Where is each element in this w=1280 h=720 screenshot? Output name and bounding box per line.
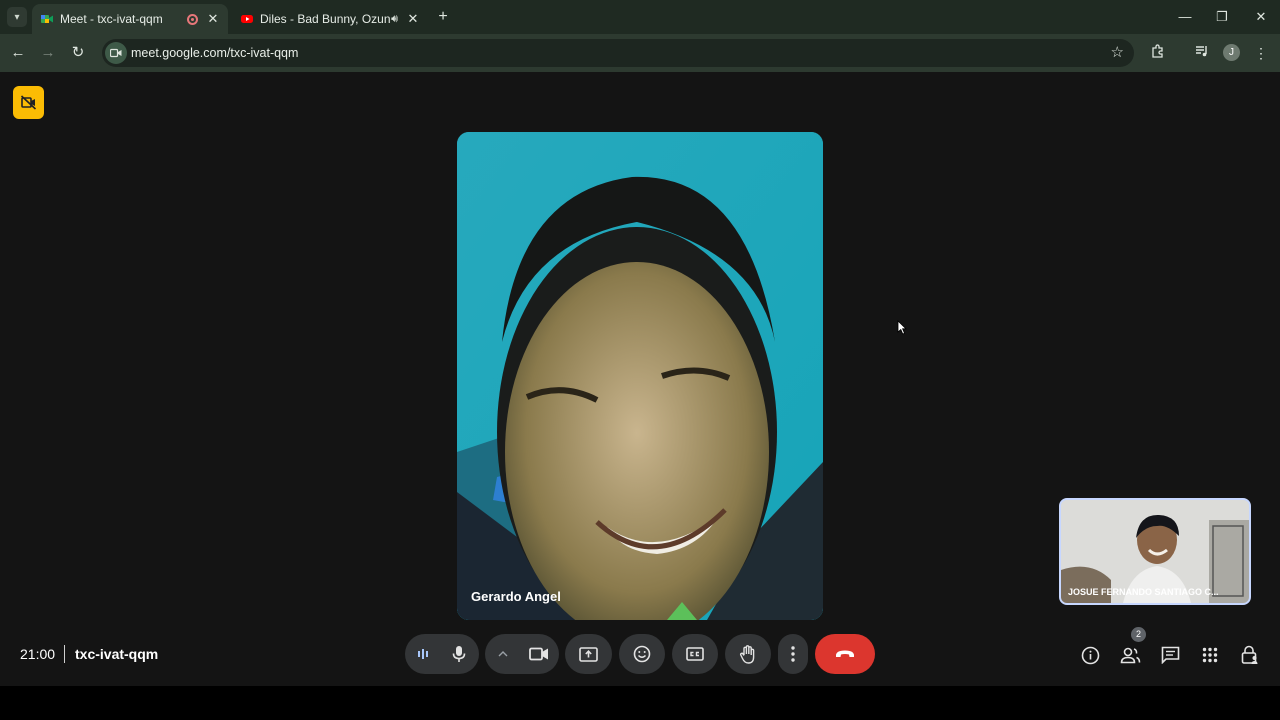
host-controls-button[interactable] [1239,644,1261,666]
camera-options-chevron-icon[interactable] [486,634,520,674]
close-window-button[interactable]: ✕ [1246,6,1276,28]
address-bar[interactable]: meet.google.com/txc-ivat-qqm ☆ [102,39,1134,67]
restore-button[interactable]: ❐ [1207,6,1237,28]
camera-off-notice-icon[interactable] [13,86,44,119]
google-meet-favicon [41,15,53,23]
audio-level-icon[interactable] [406,634,440,674]
divider [64,645,65,663]
meet-stage: Gerardo Angel JOSUE FERNANDO SANTIAGO C.… [0,72,1280,686]
chat-icon [1161,646,1179,664]
profile-avatar[interactable]: J [1223,44,1240,61]
microphone-icon [452,646,466,662]
self-participant-name: JOSUE FERNANDO SANTIAGO C... [1068,587,1219,597]
meeting-code: txc-ivat-qqm [75,646,159,662]
meeting-details-button[interactable] [1079,644,1101,666]
audio-playing-icon[interactable]: 🔊︎ [391,13,398,26]
minimize-button[interactable]: — [1170,6,1200,28]
people-button[interactable] [1119,644,1141,666]
media-control-icon[interactable] [1192,43,1212,63]
more-options-button[interactable] [778,634,808,674]
camera-icon [529,647,548,661]
microphone-control-group [405,634,479,674]
site-info-icon[interactable] [105,42,127,64]
present-screen-button[interactable] [565,634,612,674]
back-button[interactable]: ← [8,43,28,63]
captions-button[interactable] [672,634,718,674]
new-tab-button[interactable]: + [434,8,452,26]
microphone-button[interactable] [440,634,478,674]
tab-meet[interactable]: Meet - txc-ivat-qqm ✕ [32,4,228,34]
tab-strip: ▾ Meet - txc-ivat-qqm ✕ Diles - Bad Bunn… [0,0,1280,34]
tab-title: Meet - txc-ivat-qqm [60,12,163,26]
leave-call-button[interactable] [815,634,875,674]
tab-title: Diles - Bad Bunny, Ozuna, F [260,12,391,26]
lock-person-icon [1241,645,1258,664]
tab-search-dropdown-icon[interactable]: ▾ [7,7,27,27]
taskbar-area [0,686,1280,720]
forward-button[interactable]: → [38,43,58,63]
camera-control-group [485,634,559,674]
apps-grid-icon [1202,647,1218,663]
hang-up-icon [836,650,854,657]
activities-button[interactable] [1199,644,1221,666]
browser-toolbar: ← → ↻ meet.google.com/txc-ivat-qqm ☆ J ⋮ [0,34,1280,72]
more-vert-icon [791,646,795,662]
emoji-icon [633,645,651,663]
people-icon [1120,647,1140,663]
url-text: meet.google.com/txc-ivat-qqm [131,46,299,60]
self-view-tile[interactable]: JOSUE FERNANDO SANTIAGO C... [1059,498,1251,605]
people-count-badge: 2 [1131,627,1146,642]
mouse-cursor-icon [897,320,907,335]
participant-video [457,132,823,620]
close-tab-icon[interactable]: ✕ [206,12,220,26]
reactions-button[interactable] [619,634,665,674]
info-icon [1081,646,1099,664]
captions-icon [686,647,704,661]
chat-button[interactable] [1159,644,1181,666]
meeting-time: 21:00 [20,646,56,662]
bookmark-star-icon[interactable]: ☆ [1111,43,1124,61]
participant-name: Gerardo Angel [471,589,561,604]
reload-button[interactable]: ↻ [68,43,88,63]
recording-indicator-icon [187,13,198,25]
youtube-favicon [241,15,253,23]
camera-button[interactable] [520,634,558,674]
main-participant-tile[interactable]: Gerardo Angel [457,132,823,620]
extensions-icon[interactable] [1148,43,1168,63]
hand-icon [740,644,755,664]
raise-hand-button[interactable] [725,634,771,674]
present-screen-icon [579,646,598,662]
close-tab-icon[interactable]: ✕ [406,12,420,26]
browser-menu-icon[interactable]: ⋮ [1251,43,1271,63]
tab-youtube[interactable]: Diles - Bad Bunny, Ozuna, F 🔊︎ ✕ [232,4,428,34]
